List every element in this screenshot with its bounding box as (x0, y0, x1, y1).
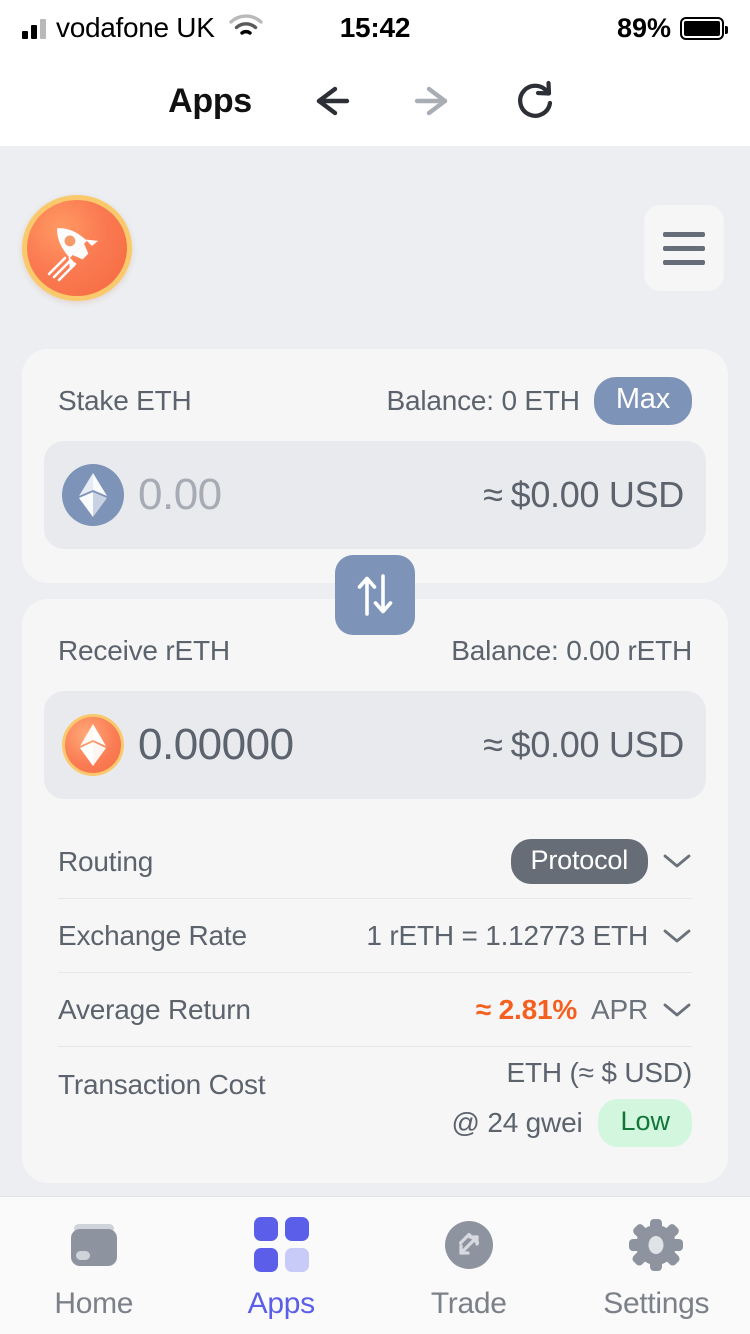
status-bar-clock: 15:42 (339, 12, 411, 43)
stake-balance-group: Balance: 0 ETH Max (387, 377, 692, 425)
gas-price-group: @ 24 gwei Low (451, 1099, 692, 1147)
status-bar: vodafone UK 15:42 89% (0, 0, 750, 56)
receive-approx-symbol: ≈ (483, 724, 503, 765)
reload-icon (517, 80, 553, 118)
ethereum-icon (62, 464, 124, 526)
average-return-row[interactable]: Average Return ≈ 2.81% APR (58, 973, 692, 1047)
expand-arrows-icon (442, 1217, 496, 1273)
tab-settings[interactable]: Settings (563, 1197, 750, 1334)
stake-usd-amount: $0.00 USD (510, 474, 685, 515)
receive-amount-value: 0.00000 (138, 720, 294, 769)
rocket-icon[interactable] (22, 195, 132, 301)
max-button[interactable]: Max (593, 377, 692, 425)
exchange-rate-row[interactable]: Exchange Rate 1 rETH = 1.12773 ETH (58, 899, 692, 973)
receive-label: Receive rETH (58, 635, 230, 666)
stake-approx-symbol: ≈ (483, 474, 503, 515)
transaction-cost-label: Transaction Cost (58, 1069, 266, 1100)
gas-price-value: @ 24 gwei (451, 1106, 583, 1138)
routing-badge[interactable]: Protocol (510, 838, 648, 885)
stake-balance: Balance: 0 ETH (386, 384, 580, 416)
routing-value: Protocol (510, 838, 692, 885)
chevron-down-icon[interactable] (662, 852, 692, 870)
transaction-cost-values: ETH (≈ $ USD) @ 24 gwei Low (452, 1047, 692, 1157)
routing-label: Routing (58, 845, 154, 877)
chevron-down-icon[interactable] (662, 927, 692, 945)
tab-trade-label: Trade (430, 1286, 507, 1320)
app-header (0, 146, 750, 301)
routing-row[interactable]: Routing Protocol (58, 825, 692, 899)
gas-speed-badge: Low (598, 1099, 692, 1147)
stake-card-header: Stake ETH Balance: 0 ETH Max (44, 377, 706, 425)
swap-vertical-icon (357, 574, 393, 616)
exchange-rate-value-group: 1 rETH = 1.12773 ETH (366, 920, 692, 952)
receive-usd-amount: $0.00 USD (510, 724, 685, 765)
tab-home-label: Home (54, 1286, 134, 1320)
arrow-left-icon (316, 86, 350, 116)
swap-direction-button[interactable] (335, 555, 415, 635)
receive-input-row[interactable]: 0.00000 ≈ $0.00 USD (44, 691, 706, 799)
tab-trade[interactable]: Trade (375, 1197, 563, 1334)
average-return-suffix: APR (591, 993, 648, 1025)
back-button[interactable] (308, 78, 354, 124)
arrow-right-icon (414, 86, 448, 116)
average-return-label: Average Return (58, 993, 251, 1025)
receive-usd-value: ≈ $0.00 USD (483, 724, 684, 766)
apps-grid-icon (253, 1217, 309, 1273)
average-return-value-group: ≈ 2.81% APR (476, 994, 692, 1026)
chevron-down-icon[interactable] (662, 1001, 692, 1019)
wallet-icon (65, 1217, 123, 1273)
browser-nav-bar: Apps (0, 56, 750, 146)
bottom-tab-bar: Home Apps Trade Settings (0, 1196, 750, 1334)
exchange-rate-value: 1 rETH = 1.12773 ETH (366, 919, 648, 951)
page-title: Apps (168, 81, 252, 120)
hamburger-menu-icon[interactable] (644, 205, 724, 291)
battery-icon (680, 16, 728, 40)
page-scroll-area[interactable]: Stake ETH Balance: 0 ETH Max 0.00 ≈ $0.0… (0, 146, 750, 1196)
stake-usd-value: ≈ $0.00 USD (483, 474, 684, 516)
stake-amount-input[interactable]: 0.00 (138, 470, 222, 520)
receive-card: Receive rETH Balance: 0.00 rETH 0.00000 (22, 599, 728, 1183)
forward-button[interactable] (410, 78, 456, 124)
exchange-rate-label: Exchange Rate (58, 919, 247, 951)
reload-button[interactable] (512, 78, 558, 124)
average-return-percent: ≈ 2.81% (475, 993, 578, 1025)
rocketpool-eth-icon (62, 714, 124, 776)
gear-icon (628, 1217, 684, 1273)
tab-apps[interactable]: Apps (188, 1197, 376, 1334)
receive-balance: Balance: 0.00 rETH (451, 635, 692, 666)
tab-settings-label: Settings (603, 1286, 710, 1320)
tab-home[interactable]: Home (0, 1197, 188, 1334)
detail-rows: Routing Protocol Exchange Rate 1 rETH = … (44, 825, 706, 1157)
app-page: Stake ETH Balance: 0 ETH Max 0.00 ≈ $0.0… (0, 146, 750, 1334)
stake-input-row[interactable]: 0.00 ≈ $0.00 USD (44, 441, 706, 549)
stake-card: Stake ETH Balance: 0 ETH Max 0.00 ≈ $0.0… (22, 349, 728, 583)
transaction-cost-row: Transaction Cost ETH (≈ $ USD) @ 24 gwei… (58, 1047, 692, 1157)
transaction-cost-value: ETH (≈ $ USD) (506, 1057, 693, 1089)
tab-apps-label: Apps (247, 1286, 315, 1320)
stake-label: Stake ETH (58, 385, 192, 416)
